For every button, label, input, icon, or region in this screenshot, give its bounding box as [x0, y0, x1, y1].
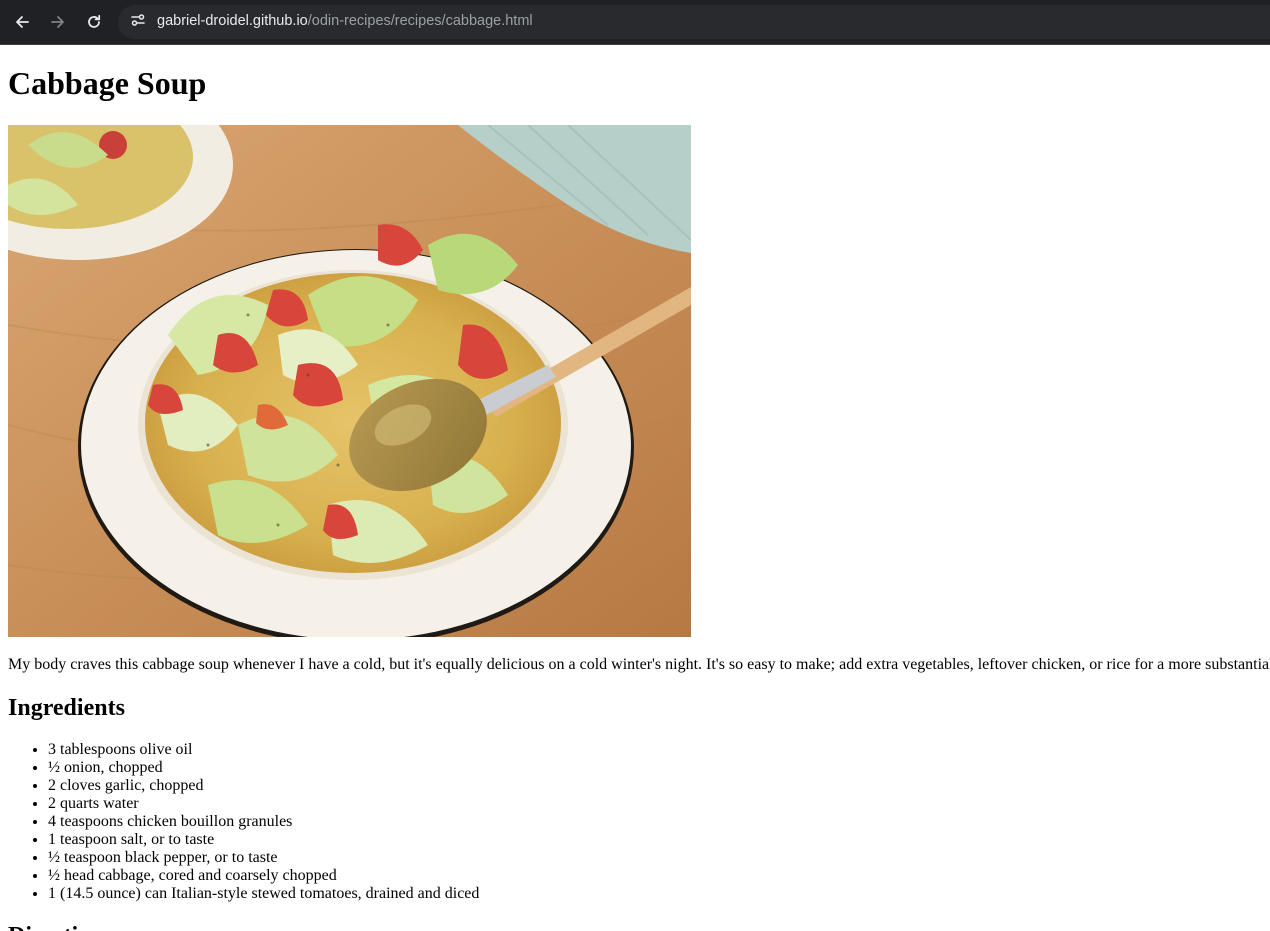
ingredient-item: 2 quarts water	[48, 795, 479, 813]
page-content: Cabbage Soup My body craves this cabbage…	[0, 45, 1270, 931]
ingredients-heading: Ingredients	[8, 695, 125, 721]
intro-paragraph: My body craves this cabbage soup wheneve…	[8, 656, 1270, 673]
ingredient-item: ½ onion, chopped	[48, 759, 479, 777]
reload-button[interactable]	[81, 9, 107, 35]
cabbage-soup-image	[8, 125, 691, 637]
ingredient-item: 3 tablespoons olive oil	[48, 741, 479, 759]
ingredient-item: ½ head cabbage, cored and coarsely chopp…	[48, 867, 479, 885]
url-path: /odin-recipes/recipes/cabbage.html	[307, 13, 533, 29]
url-host: gabriel-droidel.github.io	[157, 13, 308, 29]
back-button[interactable]	[9, 9, 35, 35]
ingredient-item: 1 (14.5 ounce) can Italian-style stewed …	[48, 885, 479, 903]
site-info-button[interactable]	[126, 10, 150, 34]
ingredients-list: 3 tablespoons olive oil ½ onion, chopped…	[8, 741, 479, 903]
forward-arrow-icon	[50, 14, 66, 30]
page-title: Cabbage Soup	[8, 65, 207, 101]
back-arrow-icon	[14, 14, 30, 30]
directions-heading: Directions	[8, 922, 113, 931]
forward-button[interactable]	[45, 9, 71, 35]
ingredient-item: 4 teaspoons chicken bouillon granules	[48, 813, 479, 831]
address-bar[interactable]: gabriel-droidel.github.io/odin-recipes/r…	[118, 5, 1270, 39]
site-info-icon	[130, 12, 146, 33]
ingredient-item: ½ teaspoon black pepper, or to taste	[48, 849, 479, 867]
ingredient-item: 2 cloves garlic, chopped	[48, 777, 479, 795]
ingredient-item: 1 teaspoon salt, or to taste	[48, 831, 479, 849]
reload-icon	[86, 14, 102, 30]
url-text[interactable]: gabriel-droidel.github.io/odin-recipes/r…	[157, 5, 533, 39]
browser-toolbar: gabriel-droidel.github.io/odin-recipes/r…	[0, 0, 1270, 45]
